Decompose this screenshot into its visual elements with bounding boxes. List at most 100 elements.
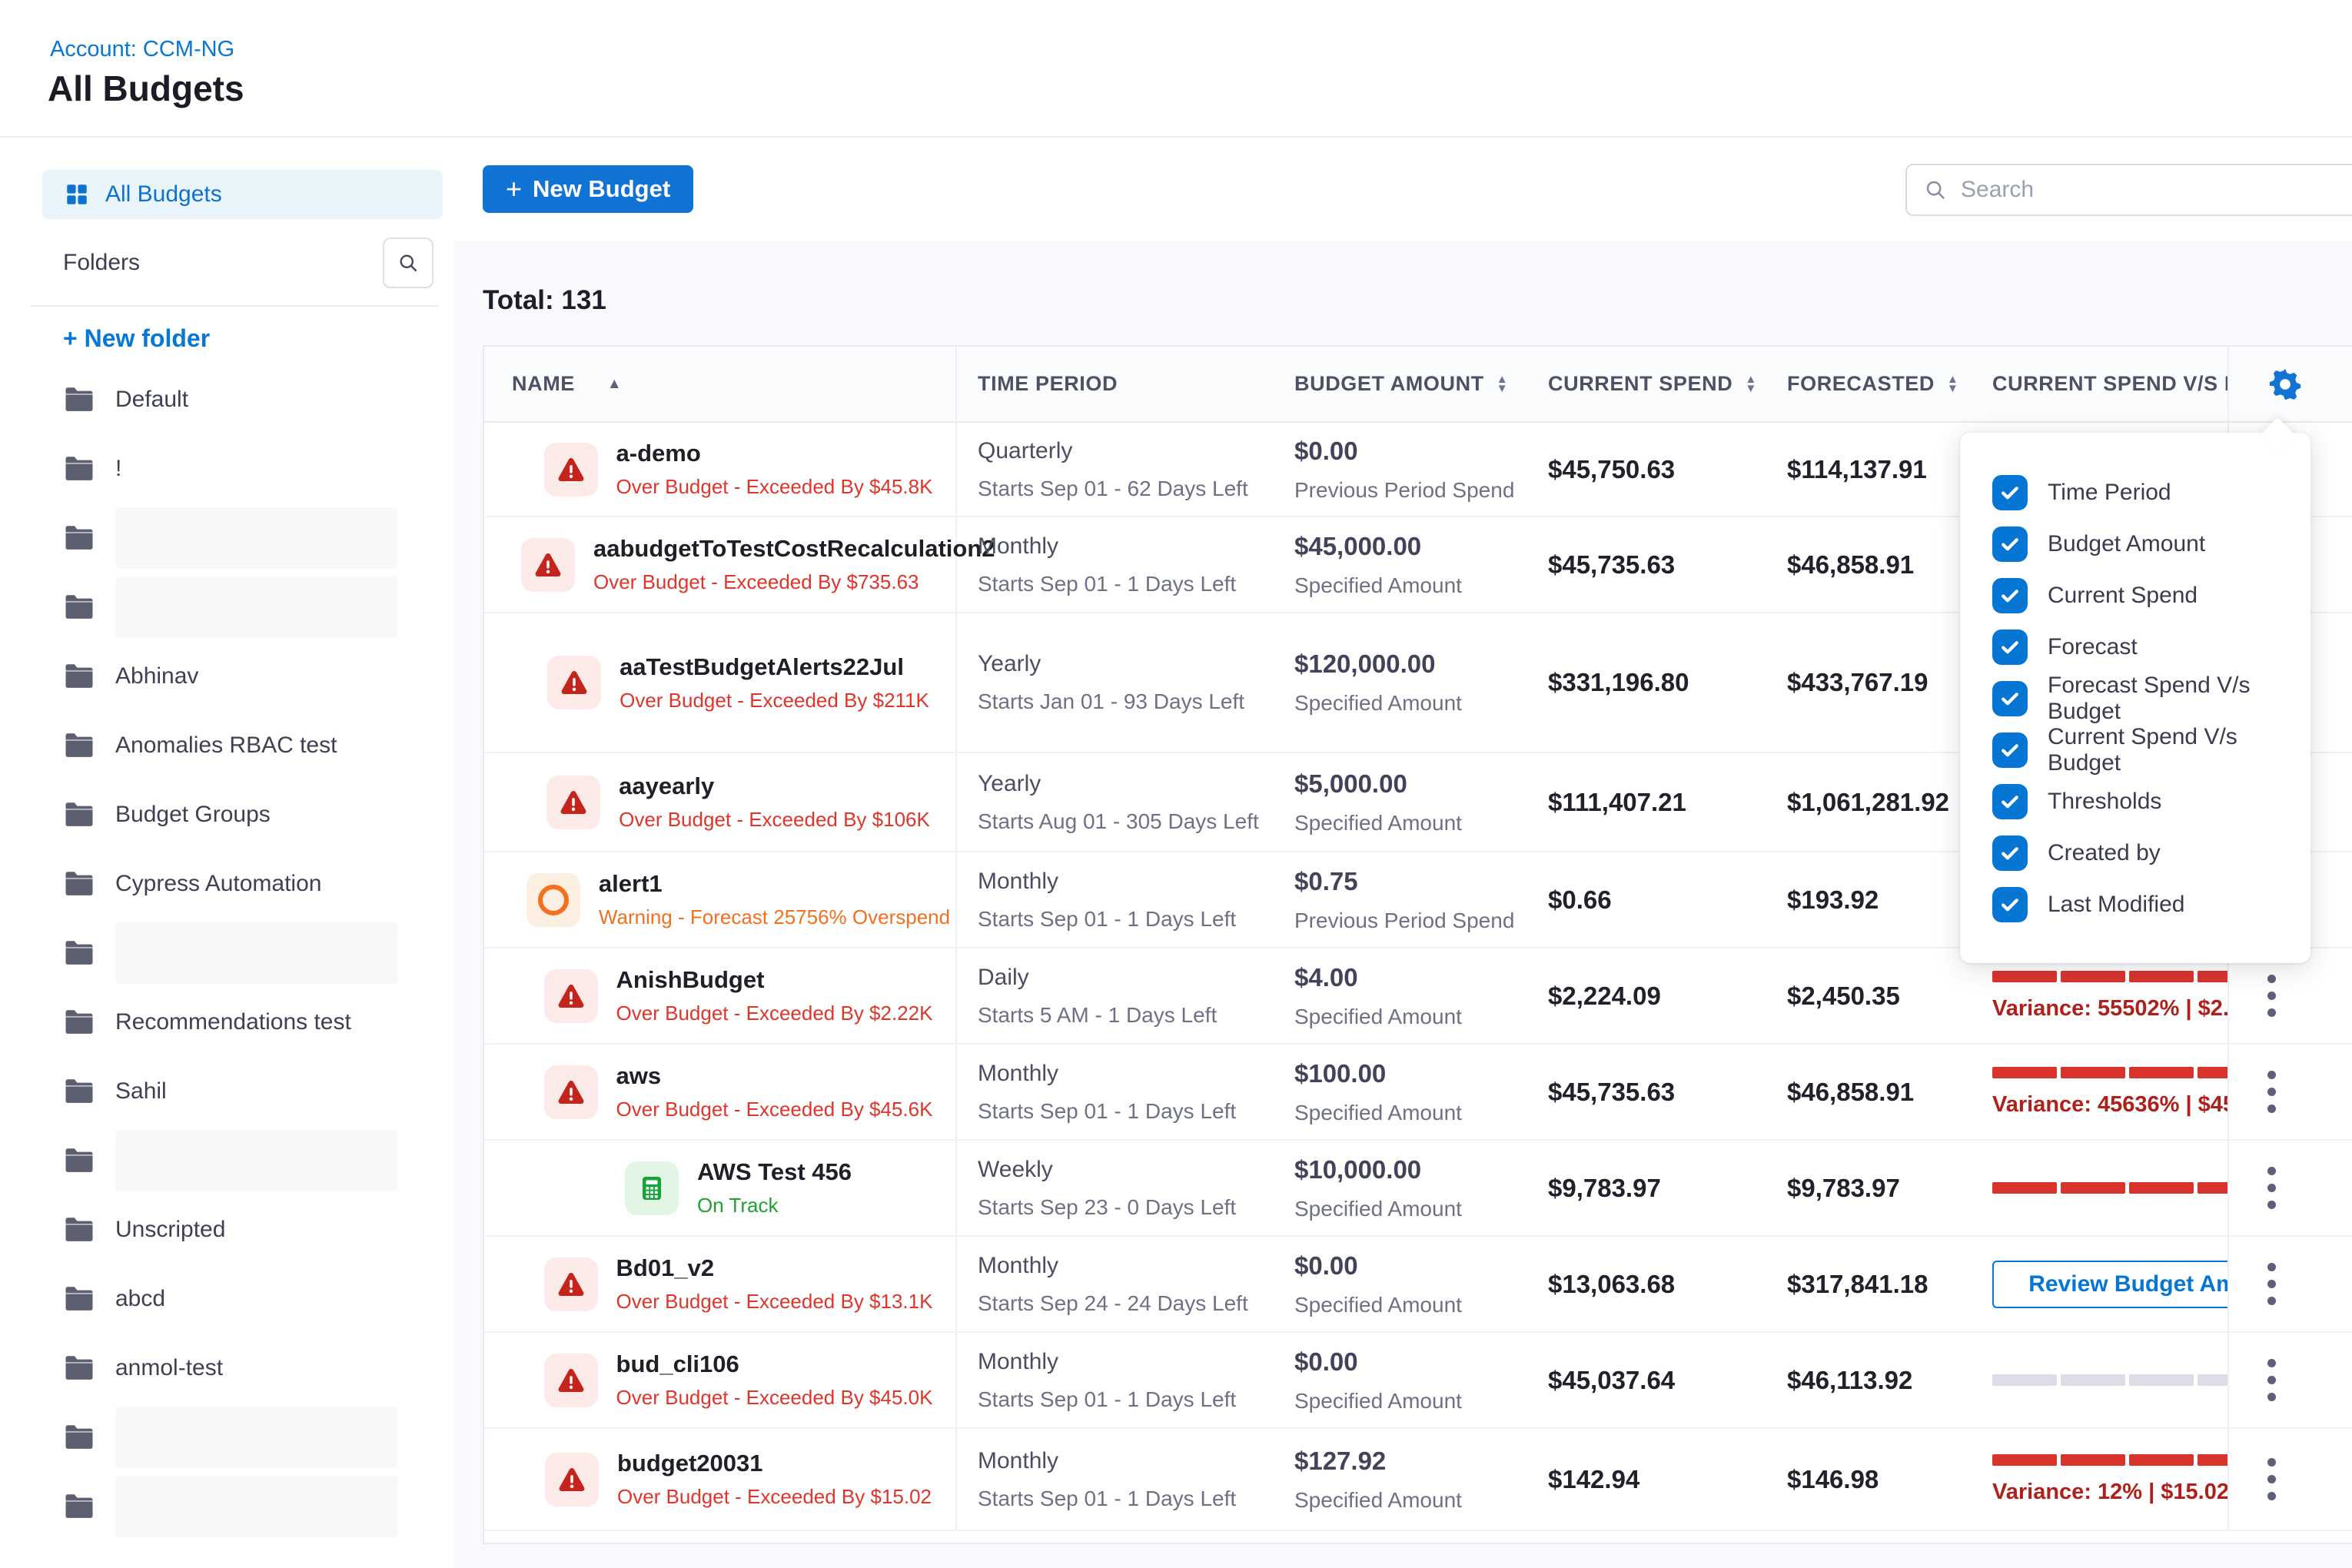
sidebar-item-all-budgets[interactable]: All Budgets bbox=[42, 170, 443, 219]
folder-search-button[interactable] bbox=[383, 238, 434, 288]
budget-name[interactable]: aabudgetToTestCostRecalculation2 bbox=[593, 535, 955, 563]
checkbox-checked-icon[interactable] bbox=[1992, 681, 2028, 716]
account-breadcrumb-link[interactable]: Account: CCM-NG bbox=[50, 37, 234, 62]
spend-vs-budget-bar-red bbox=[1992, 971, 2229, 982]
table-row[interactable]: bud_cli106 Over Budget - Exceeded By $45… bbox=[484, 1333, 2352, 1429]
folder-icon bbox=[63, 663, 95, 690]
row-menu-kebab-icon[interactable] bbox=[2267, 975, 2277, 1017]
checkbox-checked-icon[interactable] bbox=[1992, 527, 2028, 562]
status-icon bbox=[544, 1257, 598, 1311]
budget-amount: $0.00 bbox=[1294, 437, 1539, 466]
row-menu-kebab-icon[interactable] bbox=[2267, 1071, 2277, 1113]
column-header-budget-amount[interactable]: BUDGET AMOUNT▲▼ bbox=[1270, 347, 1539, 421]
checkbox-checked-icon[interactable] bbox=[1992, 733, 2028, 768]
row-menu-kebab-icon[interactable] bbox=[2267, 1263, 2277, 1305]
checkbox-checked-icon[interactable] bbox=[1992, 578, 2028, 613]
sidebar-folder-item[interactable] bbox=[31, 503, 453, 573]
forecasted: $114,137.91 bbox=[1787, 455, 1969, 484]
new-folder-button[interactable]: + New folder bbox=[31, 319, 453, 357]
budget-name[interactable]: AnishBudget bbox=[616, 966, 933, 994]
budget-name[interactable]: aayearly bbox=[619, 772, 930, 800]
column-header-name[interactable]: NAME▲ bbox=[484, 347, 957, 421]
row-menu-kebab-icon[interactable] bbox=[2267, 1458, 2277, 1500]
sidebar-folder-item[interactable]: Default bbox=[31, 365, 453, 434]
column-toggle-item[interactable]: Created by bbox=[1960, 827, 2310, 879]
folder-icon bbox=[63, 870, 95, 898]
checkbox-checked-icon[interactable] bbox=[1992, 835, 2028, 871]
time-period: Monthly bbox=[978, 1061, 1270, 1087]
budget-name[interactable]: a-demo bbox=[616, 440, 933, 467]
warning-triangle-icon bbox=[557, 1465, 586, 1494]
sidebar-folder-item[interactable]: Recommendations test bbox=[31, 988, 453, 1057]
sort-icon[interactable]: ▲▼ bbox=[1745, 375, 1756, 394]
current-spend: $331,196.80 bbox=[1548, 668, 1777, 697]
budget-name[interactable]: aaTestBudgetAlerts22Jul bbox=[620, 653, 929, 681]
column-toggle-item[interactable]: Current Spend V/s Budget bbox=[1960, 724, 2310, 776]
column-toggle-item[interactable]: Forecast bbox=[1960, 621, 2310, 673]
checkbox-checked-icon[interactable] bbox=[1992, 475, 2028, 510]
warning-triangle-icon bbox=[556, 982, 586, 1011]
spend-vs-budget-bar-red bbox=[1992, 1067, 2229, 1078]
sidebar-folder-item[interactable] bbox=[31, 1472, 453, 1541]
checkbox-checked-icon[interactable] bbox=[1992, 784, 2028, 819]
sidebar-folder-item[interactable]: Unscripted bbox=[31, 1195, 453, 1264]
budget-name[interactable]: alert1 bbox=[599, 870, 950, 898]
sidebar-folder-item[interactable] bbox=[31, 919, 453, 988]
table-row[interactable]: Bd01_v2 Over Budget - Exceeded By $13.1K… bbox=[484, 1237, 2352, 1333]
sort-ascending-icon[interactable]: ▲ bbox=[607, 376, 622, 393]
budget-name[interactable]: budget20031 bbox=[617, 1450, 932, 1477]
column-toggle-item[interactable]: Current Spend bbox=[1960, 570, 2310, 621]
row-menu-kebab-icon[interactable] bbox=[2267, 1167, 2277, 1209]
search-input[interactable] bbox=[1959, 176, 2301, 204]
column-header-time-period: TIME PERIOD bbox=[957, 347, 1270, 421]
sort-icon[interactable]: ▲▼ bbox=[1497, 375, 1508, 394]
budget-amount: $5,000.00 bbox=[1294, 769, 1539, 799]
budget-amount: $127.92 bbox=[1294, 1447, 1539, 1476]
sidebar-folder-item[interactable] bbox=[31, 573, 453, 642]
warning-triangle-icon bbox=[556, 455, 586, 484]
folder-icon bbox=[63, 593, 95, 621]
sidebar-folder-item[interactable] bbox=[31, 1403, 453, 1472]
sidebar-folder-item[interactable]: ! bbox=[31, 434, 453, 503]
column-toggle-item[interactable]: Last Modified bbox=[1960, 879, 2310, 930]
checkbox-checked-icon[interactable] bbox=[1992, 630, 2028, 665]
column-toggle-item[interactable]: Time Period bbox=[1960, 467, 2310, 518]
sidebar-folder-item[interactable]: Sahil bbox=[31, 1057, 453, 1126]
table-row[interactable]: AWS Test 456 On Track Weekly Starts Sep … bbox=[484, 1141, 2352, 1237]
budget-name[interactable]: Bd01_v2 bbox=[616, 1254, 933, 1282]
budget-amount-note: Specified Amount bbox=[1294, 1005, 1539, 1029]
budget-status: Over Budget - Exceeded By $211K bbox=[620, 689, 929, 713]
checkbox-checked-icon[interactable] bbox=[1992, 887, 2028, 922]
new-budget-button[interactable]: + New Budget bbox=[483, 165, 693, 213]
row-menu-kebab-icon[interactable] bbox=[2267, 1359, 2277, 1401]
column-header-forecasted[interactable]: FORECASTED▲▼ bbox=[1777, 347, 1969, 421]
sidebar-folder-item[interactable]: Budget Groups bbox=[31, 780, 453, 849]
table-row[interactable]: aws Over Budget - Exceeded By $45.6K Mon… bbox=[484, 1045, 2352, 1141]
sidebar-folder-item[interactable]: Anomalies RBAC test bbox=[31, 711, 453, 780]
sidebar-folder-item[interactable]: Cypress Automation bbox=[31, 849, 453, 919]
column-header-current-spend[interactable]: CURRENT SPEND▲▼ bbox=[1539, 347, 1777, 421]
column-settings-gear-icon[interactable] bbox=[2267, 367, 2303, 402]
warning-triangle-icon bbox=[556, 1270, 586, 1299]
review-budget-amount-button[interactable]: Review Budget Amount bbox=[1992, 1261, 2229, 1308]
sidebar-folder-item[interactable]: abcd bbox=[31, 1264, 453, 1334]
plus-icon: + bbox=[506, 173, 522, 205]
column-toggle-item[interactable]: Budget Amount bbox=[1960, 518, 2310, 570]
column-toggle-item[interactable]: Forecast Spend V/s Budget bbox=[1960, 673, 2310, 724]
variance-text: Variance: 45636% | $45.6 bbox=[1992, 1092, 2227, 1118]
table-row[interactable]: budget20031 Over Budget - Exceeded By $1… bbox=[484, 1429, 2352, 1531]
budget-name[interactable]: aws bbox=[616, 1062, 933, 1090]
column-toggle-item[interactable]: Thresholds bbox=[1960, 776, 2310, 827]
budget-name[interactable]: bud_cli106 bbox=[616, 1350, 933, 1378]
sidebar-folder-item[interactable]: anmol-test bbox=[31, 1334, 453, 1403]
sort-icon[interactable]: ▲▼ bbox=[1947, 375, 1958, 394]
sidebar-item-label: All Budgets bbox=[105, 181, 222, 208]
time-period: Yearly bbox=[978, 771, 1270, 797]
column-toggle-label: Forecast bbox=[2048, 634, 2138, 660]
sidebar-folder-item[interactable] bbox=[31, 1126, 453, 1195]
budget-name[interactable]: AWS Test 456 bbox=[697, 1158, 852, 1186]
sidebar-folder-item[interactable]: Abhinav bbox=[31, 642, 453, 711]
budget-status: Over Budget - Exceeded By $15.02 bbox=[617, 1485, 932, 1509]
forecasted: $146.98 bbox=[1787, 1465, 1969, 1494]
current-spend: $2,224.09 bbox=[1548, 982, 1777, 1011]
